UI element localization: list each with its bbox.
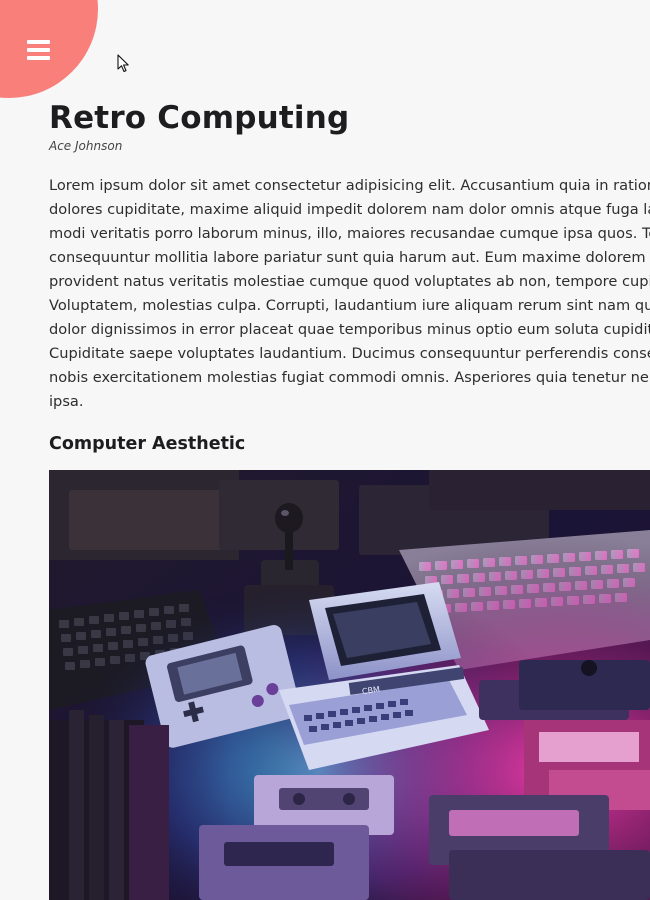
hamburger-line bbox=[27, 56, 50, 60]
article-body: Lorem ipsum dolor sit amet consectetur a… bbox=[49, 177, 650, 410]
article-author: Ace Johnson bbox=[49, 139, 123, 153]
book-stack bbox=[49, 710, 169, 900]
article: Retro Computing Ace Johnson Lorem ipsum … bbox=[49, 98, 650, 458]
page: Retro Computing Ace Johnson Lorem ipsum … bbox=[0, 0, 650, 900]
retro-computer-illustration: CBM bbox=[49, 470, 650, 900]
hamburger-line bbox=[27, 40, 50, 44]
page-title: Retro Computing bbox=[49, 100, 350, 136]
hamburger-line bbox=[27, 48, 50, 52]
retro-computer-photo: CBM bbox=[49, 470, 650, 900]
hamburger-menu-icon[interactable] bbox=[27, 39, 50, 60]
mouse-cursor-icon bbox=[117, 54, 129, 73]
section-heading: Computer Aesthetic bbox=[49, 434, 246, 454]
